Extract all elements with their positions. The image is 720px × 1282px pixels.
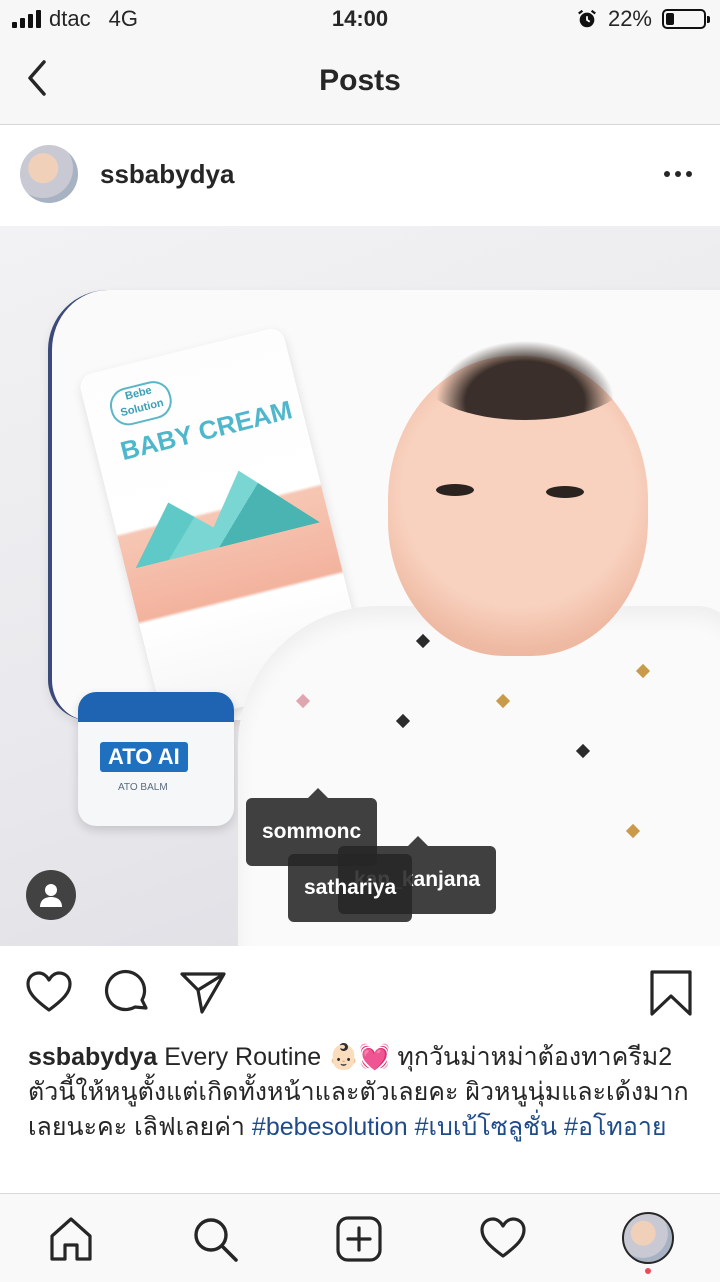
profile-avatar[interactable] xyxy=(622,1212,674,1264)
baby-hair xyxy=(420,330,630,420)
tube-brand: Bebe Solution xyxy=(106,377,176,430)
search-icon[interactable] xyxy=(190,1214,240,1264)
status-right: 22% xyxy=(576,6,710,32)
hashtag[interactable]: #bebesolution xyxy=(252,1113,408,1141)
send-icon[interactable] xyxy=(178,968,228,1018)
post-header: ssbabydya xyxy=(0,125,720,225)
baby-right-eye xyxy=(546,486,584,498)
navigation-bar: Posts xyxy=(0,40,720,125)
alarm-icon xyxy=(578,9,596,28)
more-horizontal-icon[interactable] xyxy=(664,171,692,177)
page-title: Posts xyxy=(319,64,401,97)
home-icon[interactable] xyxy=(46,1214,96,1264)
battery-fill xyxy=(666,13,674,25)
hashtag[interactable]: #อโทอาย xyxy=(564,1113,667,1141)
bottom-tab-bar xyxy=(0,1193,720,1282)
activity-heart-icon[interactable] xyxy=(478,1214,528,1264)
new-post-icon[interactable] xyxy=(334,1214,384,1264)
hashtag[interactable]: #เบเบ้โซลูชั่น xyxy=(415,1113,558,1141)
status-bar: dtac 4G 14:00 22% xyxy=(0,0,720,40)
bookmark-icon[interactable] xyxy=(646,968,696,1018)
avatar[interactable] xyxy=(20,145,78,203)
post-caption: ssbabydya Every Routine 👶🏻💓 ทุกวันม่าหม่… xyxy=(28,1040,698,1145)
caption-username[interactable]: ssbabydya xyxy=(28,1043,157,1071)
battery-icon xyxy=(662,9,710,29)
post-username[interactable]: ssbabydya xyxy=(100,159,234,190)
tube-illustration xyxy=(119,455,320,569)
battery-percent: 22% xyxy=(607,6,652,31)
heart-icon[interactable] xyxy=(24,968,74,1018)
jar-sub: ATO BALM xyxy=(118,782,168,793)
user-tags-icon[interactable] xyxy=(26,870,76,920)
ato-ai-jar: ATO AI ATO BALM xyxy=(78,692,234,826)
baby-left-eye xyxy=(436,484,474,496)
jar-lid xyxy=(78,692,234,722)
post-photo[interactable]: Bebe Solution BABY CREAM ATO AI ATO BALM… xyxy=(0,226,720,946)
jar-name: ATO AI xyxy=(100,742,188,772)
comment-icon[interactable] xyxy=(102,968,152,1018)
user-tag-sathariya[interactable]: sathariya xyxy=(288,854,413,922)
notification-dot xyxy=(645,1268,651,1274)
post-actions xyxy=(0,946,720,1042)
